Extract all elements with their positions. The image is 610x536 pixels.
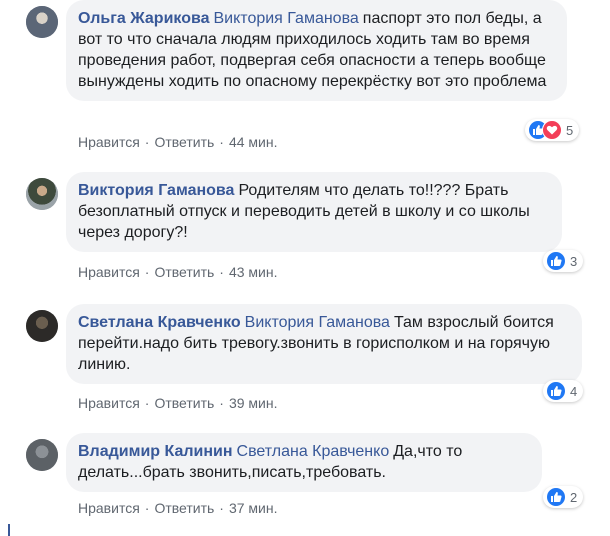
comment-mention[interactable]: Виктория Гаманова — [214, 10, 359, 27]
reply-link[interactable]: Ответить — [154, 395, 214, 411]
comment-author[interactable]: Владимир Калинин — [78, 443, 233, 460]
comment-author[interactable]: Виктория Гаманова — [78, 182, 234, 199]
comment-bubble: Светлана Кравченко Виктория Гаманова Там в… — [66, 304, 582, 384]
comment-timestamp[interactable]: 43 мин. — [229, 264, 278, 280]
avatar[interactable] — [26, 439, 58, 471]
thread-line — [8, 524, 10, 536]
separator: · — [144, 395, 150, 411]
like-icon — [546, 381, 566, 401]
reaction-count: 5 — [566, 122, 574, 138]
separator: · — [219, 500, 224, 516]
reaction-summary[interactable]: 3 — [543, 250, 584, 272]
comment-mention[interactable]: Виктория Гаманова — [245, 314, 390, 331]
comment-timestamp[interactable]: 39 мин. — [229, 395, 278, 411]
comment-timestamp[interactable]: 37 мин. — [229, 500, 278, 516]
reply-link[interactable]: Ответить — [154, 264, 214, 280]
comment-author[interactable]: Ольга Жарикова — [78, 10, 210, 27]
like-link[interactable]: Нравится — [78, 395, 140, 411]
comment-actions: Нравится · Ответить · 44 мин. — [78, 134, 278, 150]
like-icon — [546, 251, 566, 271]
reaction-count: 2 — [570, 489, 578, 505]
reply-link[interactable]: Ответить — [154, 500, 214, 516]
comment-actions: Нравится · Ответить · 39 мин. — [78, 395, 278, 411]
separator: · — [144, 500, 150, 516]
comment-bubble: Ольга Жарикова Виктория Гаманова паспорт э… — [66, 0, 567, 101]
separator: · — [219, 134, 224, 150]
reaction-summary[interactable]: 5 — [525, 119, 580, 141]
comment-timestamp[interactable]: 44 мин. — [229, 134, 278, 150]
like-link[interactable]: Нравится — [78, 134, 140, 150]
separator: · — [219, 395, 224, 411]
comment-actions: Нравится · Ответить · 37 мин. — [78, 500, 278, 516]
avatar[interactable] — [26, 6, 58, 38]
like-link[interactable]: Нравится — [78, 500, 140, 516]
love-icon — [542, 120, 562, 140]
separator: · — [219, 264, 224, 280]
comment-bubble: Виктория Гаманова Родителям что делать то… — [66, 172, 562, 252]
separator: · — [144, 134, 150, 150]
reaction-count: 3 — [570, 253, 578, 269]
avatar[interactable] — [26, 310, 58, 342]
like-icon — [546, 487, 566, 507]
reaction-summary[interactable]: 2 — [543, 486, 584, 508]
comment-author[interactable]: Светлана Кравченко — [78, 314, 241, 331]
reaction-count: 4 — [570, 383, 578, 399]
reply-link[interactable]: Ответить — [154, 134, 214, 150]
avatar[interactable] — [26, 178, 58, 210]
comment-actions: Нравится · Ответить · 43 мин. — [78, 264, 278, 280]
comment-mention[interactable]: Светлана Кравченко — [237, 443, 390, 460]
like-link[interactable]: Нравится — [78, 264, 140, 280]
separator: · — [144, 264, 150, 280]
reaction-summary[interactable]: 4 — [543, 380, 584, 402]
comment-bubble: Владимир Калинин Светлана Кравченко Да,что… — [66, 433, 542, 492]
